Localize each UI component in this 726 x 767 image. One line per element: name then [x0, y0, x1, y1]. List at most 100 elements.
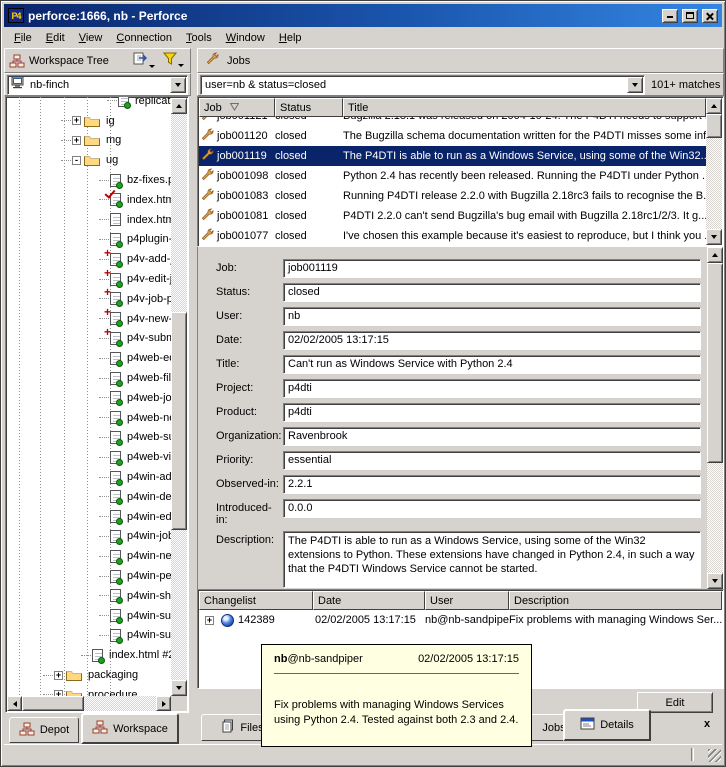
tree-item[interactable]: +mg	[7, 131, 172, 151]
tree-horizontal-scrollbar[interactable]	[7, 696, 171, 711]
job-row[interactable]: job001120closedThe Bugzilla schema docum…	[199, 126, 706, 146]
tree-vertical-scrollbar[interactable]	[171, 98, 187, 696]
field-value[interactable]: Ravenbrook	[283, 427, 701, 446]
jobs-filter-combo[interactable]: user=nb & status=closed	[200, 75, 645, 95]
field-value[interactable]: The P4DTI is able to run as a Windows Se…	[283, 531, 701, 588]
field-value[interactable]: job001119	[283, 259, 701, 278]
tree-item[interactable]: p4plugin-s	[7, 230, 172, 250]
scroll-left-button[interactable]	[7, 696, 22, 711]
expand-plus-icon[interactable]: +	[72, 136, 81, 145]
expand-plus-icon[interactable]: +	[72, 116, 81, 125]
tree-item[interactable]: p4web-filte	[7, 368, 172, 388]
tree-item[interactable]: p4web-vie	[7, 447, 172, 467]
changelist-row[interactable]: +14238902/02/2005 13:17:15nb@nb-sandpipe…	[199, 610, 722, 630]
tree-item[interactable]: replication	[7, 96, 172, 111]
tree-item[interactable]: index.html	[7, 210, 172, 230]
field-value[interactable]: 0.0.0	[283, 499, 701, 518]
tree-item[interactable]: p4win-per	[7, 566, 172, 586]
tree-item[interactable]: p4web-ne	[7, 408, 172, 428]
tab-workspace[interactable]: Workspace	[81, 713, 179, 744]
tree-item[interactable]: p4win-sub	[7, 606, 172, 626]
tabbar-close-button[interactable]: x	[698, 718, 716, 734]
scroll-down-button[interactable]	[707, 573, 723, 589]
tree-item[interactable]: p4v-job-pa	[7, 289, 172, 309]
tree-item[interactable]: p4web-job	[7, 388, 172, 408]
jobs-filter-dropdown[interactable]	[627, 77, 643, 93]
tree-item[interactable]: index.html #23	[7, 645, 172, 665]
field-value[interactable]: closed	[283, 283, 701, 302]
collapse-minus-icon[interactable]: -	[72, 156, 81, 165]
tree-item[interactable]: +ig	[7, 111, 172, 131]
filter-button[interactable]	[161, 51, 186, 71]
tree-item[interactable]: p4v-submi	[7, 329, 172, 349]
column-header-job[interactable]: Job	[199, 98, 275, 117]
expand-plus-icon[interactable]: +	[205, 616, 214, 625]
scroll-down-button[interactable]	[706, 229, 722, 245]
title-bar[interactable]: P4 perforce:1666, nb - Perforce	[4, 4, 722, 27]
tree-item[interactable]: index.html	[7, 190, 172, 210]
tree-vscroll-thumb[interactable]	[171, 312, 187, 530]
scroll-up-button[interactable]	[706, 98, 722, 114]
form-vscroll-thumb[interactable]	[707, 263, 723, 463]
tree-item[interactable]: p4win-edit	[7, 507, 172, 527]
scroll-down-button[interactable]	[171, 680, 187, 696]
tree-item[interactable]: p4win-nev	[7, 546, 172, 566]
tab-depot[interactable]: Depot	[9, 717, 79, 743]
column-header-status[interactable]: Status	[275, 98, 343, 117]
job-row[interactable]: job001121closedBugzilla 2.18.1 was relea…	[199, 117, 706, 126]
jobs-vscroll-thumb[interactable]	[706, 114, 722, 138]
menu-connection[interactable]: Connection	[109, 30, 179, 46]
tree-item[interactable]: +packaging	[7, 665, 172, 685]
column-header-title[interactable]: Title	[343, 98, 706, 117]
menu-help[interactable]: Help	[272, 30, 309, 46]
tree-item[interactable]: p4web-ed	[7, 348, 172, 368]
field-value[interactable]: nb	[283, 307, 701, 326]
job-row[interactable]: job001077closedI've chosen this example …	[199, 226, 706, 246]
column-header-user[interactable]: User	[425, 591, 509, 610]
resize-grip[interactable]	[708, 749, 721, 762]
maximize-button[interactable]	[682, 9, 698, 23]
locate-file-button[interactable]	[130, 50, 157, 72]
job-row[interactable]: job001081closedP4DTI 2.2.0 can't send Bu…	[199, 206, 706, 226]
tree-item[interactable]: p4v-edit-jo	[7, 269, 172, 289]
tree-item[interactable]: p4web-sul	[7, 428, 172, 448]
tree-item[interactable]: p4win-des	[7, 487, 172, 507]
menu-window[interactable]: Window	[219, 30, 272, 46]
scroll-up-button[interactable]	[171, 98, 187, 114]
scroll-up-button[interactable]	[707, 247, 723, 263]
field-value[interactable]: p4dti	[283, 403, 701, 422]
job-row[interactable]: job001098closedPython 2.4 has recently b…	[199, 166, 706, 186]
field-value[interactable]: 2.2.1	[283, 475, 701, 494]
job-row[interactable]: job001083closedRunning P4DTI release 2.2…	[199, 186, 706, 206]
scroll-right-button[interactable]	[156, 696, 171, 711]
tree-item[interactable]: p4v-new-c	[7, 309, 172, 329]
tree-item[interactable]: bz-fixes.pr	[7, 170, 172, 190]
tree-item[interactable]: p4win-sho	[7, 586, 172, 606]
close-button[interactable]	[702, 9, 718, 23]
job-row[interactable]: job001119closedThe P4DTI is able to run …	[199, 146, 706, 166]
tab-details[interactable]: Details	[563, 709, 651, 741]
tree-item[interactable]: p4win-job-	[7, 527, 172, 547]
tree-item[interactable]: p4win-sub	[7, 626, 172, 646]
minimize-button[interactable]	[662, 9, 678, 23]
field-value[interactable]: p4dti	[283, 379, 701, 398]
workspace-combo[interactable]: nb-finch	[7, 75, 188, 95]
column-header-description[interactable]: Description	[509, 591, 722, 610]
tree-item[interactable]: p4v-add-jo	[7, 249, 172, 269]
field-value[interactable]: Can't run as Windows Service with Python…	[283, 355, 701, 374]
tree-hscroll-thumb[interactable]	[22, 696, 84, 711]
form-vertical-scrollbar[interactable]	[707, 247, 723, 589]
expand-plus-icon[interactable]: +	[54, 671, 63, 680]
menu-tools[interactable]: Tools	[179, 30, 219, 46]
tree-item[interactable]: -ug	[7, 150, 172, 170]
column-header-date[interactable]: Date	[313, 591, 425, 610]
field-value[interactable]: 02/02/2005 13:17:15	[283, 331, 701, 350]
menu-view[interactable]: View	[72, 30, 110, 46]
field-value[interactable]: essential	[283, 451, 701, 470]
menu-edit[interactable]: Edit	[39, 30, 72, 46]
tree-item[interactable]: p4win-adc	[7, 467, 172, 487]
column-header-changelist[interactable]: Changelist	[199, 591, 313, 610]
jobs-vertical-scrollbar[interactable]	[706, 98, 722, 245]
menu-file[interactable]: File	[7, 30, 39, 46]
workspace-combo-dropdown[interactable]	[170, 77, 186, 93]
